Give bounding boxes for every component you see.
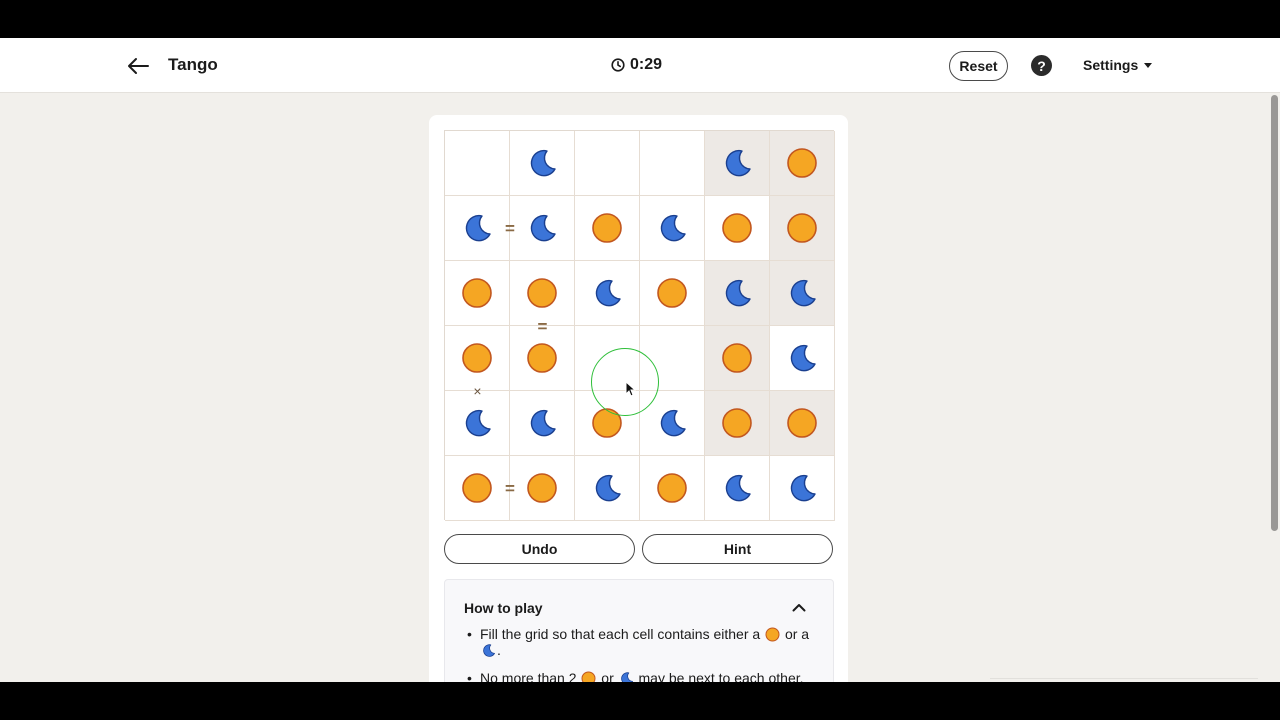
board-cell[interactable] <box>575 326 640 391</box>
board-cell[interactable] <box>640 456 705 521</box>
board-cell[interactable] <box>575 456 640 521</box>
how-to-play-section: How to play Fill the grid so that each c… <box>444 579 834 682</box>
board-cell[interactable] <box>705 131 770 196</box>
sun-icon <box>526 342 558 374</box>
settings-label: Settings <box>1083 57 1139 73</box>
board-cell[interactable] <box>705 326 770 391</box>
sun-icon <box>765 627 780 642</box>
moon-icon <box>656 407 688 439</box>
board-cell[interactable] <box>445 261 510 326</box>
timer-value: 0:29 <box>630 56 663 73</box>
board-cell[interactable] <box>575 391 640 456</box>
divider <box>990 678 1258 679</box>
board-cell[interactable] <box>640 326 705 391</box>
sun-icon <box>461 277 493 309</box>
sun-icon <box>526 277 558 309</box>
board-cell[interactable] <box>640 391 705 456</box>
moon-icon <box>526 147 558 179</box>
board-cell[interactable] <box>575 196 640 261</box>
moon-icon <box>526 407 558 439</box>
board-cell[interactable] <box>510 326 575 391</box>
sun-icon <box>656 472 688 504</box>
how-to-play-title[interactable]: How to play <box>464 600 543 616</box>
moon-icon <box>461 407 493 439</box>
board-cell[interactable] <box>445 196 510 261</box>
moon-icon <box>461 212 493 244</box>
sun-icon <box>786 212 818 244</box>
sun-icon <box>591 407 623 439</box>
moon-icon <box>483 644 495 657</box>
board-cell[interactable] <box>510 391 575 456</box>
board-cell[interactable] <box>770 391 835 456</box>
board-cell[interactable] <box>445 131 510 196</box>
sun-icon <box>721 407 753 439</box>
moon-icon <box>656 212 688 244</box>
sun-icon <box>461 472 493 504</box>
moon-icon <box>591 472 623 504</box>
top-bar: Tango 0:29 Reset ? Settings <box>0 38 1280 93</box>
back-button[interactable] <box>124 52 152 80</box>
rule-2: No more than 2 or may be next to each ot… <box>467 670 820 682</box>
moon-icon <box>526 212 558 244</box>
timer: 0:29 <box>611 56 662 74</box>
clock-icon <box>611 58 625 72</box>
board-cell[interactable] <box>640 131 705 196</box>
moon-icon <box>721 147 753 179</box>
board-cell[interactable] <box>705 196 770 261</box>
arrow-left-icon <box>128 58 149 74</box>
board-cell[interactable] <box>640 196 705 261</box>
moon-icon <box>786 342 818 374</box>
equal-constraint: = <box>505 219 515 238</box>
sun-icon <box>591 212 623 244</box>
hint-button[interactable]: Hint <box>642 534 833 564</box>
board-cell[interactable] <box>640 261 705 326</box>
board-cell[interactable] <box>445 456 510 521</box>
board-cell[interactable] <box>575 261 640 326</box>
game-panel: = = × = Undo Hint How to play Fill the grid… <box>429 115 848 682</box>
board-cell[interactable] <box>510 196 575 261</box>
sun-icon <box>461 342 493 374</box>
board-cell[interactable] <box>705 456 770 521</box>
board-cell[interactable] <box>445 391 510 456</box>
undo-button[interactable]: Undo <box>444 534 635 564</box>
sun-icon <box>656 277 688 309</box>
page-title: Tango <box>168 55 218 74</box>
sun-icon <box>581 671 596 682</box>
moon-icon <box>721 277 753 309</box>
board-cell[interactable] <box>510 456 575 521</box>
puzzle-board: = = × = <box>444 130 835 521</box>
board-cell[interactable] <box>770 456 835 521</box>
reset-button[interactable]: Reset <box>949 51 1008 81</box>
board-cell[interactable] <box>705 261 770 326</box>
board-cell[interactable] <box>445 326 510 391</box>
board-cell[interactable] <box>705 391 770 456</box>
board-cell[interactable] <box>575 131 640 196</box>
page-scrollbar[interactable] <box>1271 95 1278 531</box>
board-cell[interactable] <box>770 261 835 326</box>
moon-icon <box>786 472 818 504</box>
moon-icon <box>591 277 623 309</box>
settings-dropdown[interactable]: Settings <box>1083 57 1153 73</box>
opposite-constraint: × <box>473 383 482 399</box>
board-cell[interactable] <box>770 196 835 261</box>
control-buttons: Undo Hint <box>444 534 834 564</box>
sun-icon <box>526 472 558 504</box>
moon-icon <box>620 672 633 682</box>
board-cell[interactable] <box>510 131 575 196</box>
app-viewport: Tango 0:29 Reset ? Settings = = × = Undo Hi… <box>0 38 1280 682</box>
equal-constraint: = <box>537 316 548 336</box>
help-icon[interactable]: ? <box>1031 55 1052 76</box>
board-cell[interactable] <box>770 131 835 196</box>
sun-icon <box>786 407 818 439</box>
sun-icon <box>786 147 818 179</box>
equal-constraint: = <box>505 479 515 498</box>
rule-1: Fill the grid so that each cell contains… <box>467 626 820 658</box>
board-cell[interactable] <box>770 326 835 391</box>
moon-icon <box>786 277 818 309</box>
chevron-up-icon[interactable] <box>790 598 808 616</box>
sun-icon <box>721 212 753 244</box>
sun-icon <box>721 342 753 374</box>
moon-icon <box>721 472 753 504</box>
caret-down-icon <box>1144 62 1153 68</box>
